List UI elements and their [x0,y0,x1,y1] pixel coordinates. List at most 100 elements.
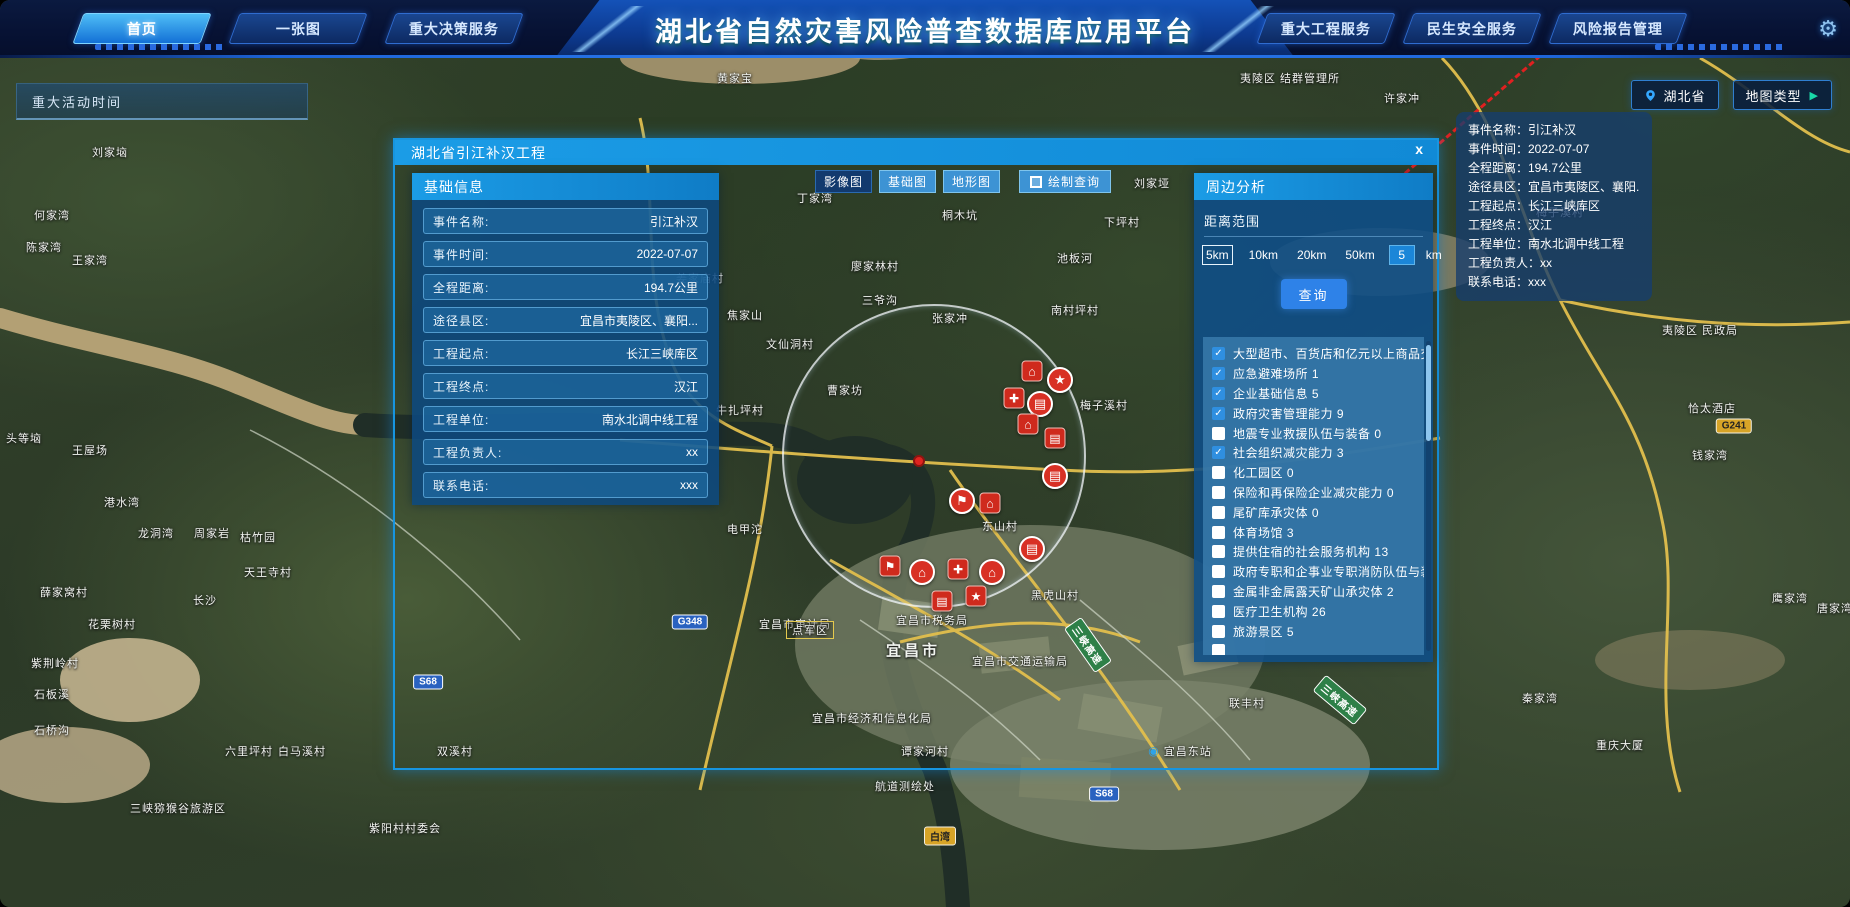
map-place-label: 天王寺村 [244,564,292,580]
map-place-label: 紫阳村村委会 [369,820,441,836]
checkbox[interactable] [1212,427,1225,440]
field-label: 工程单位: [433,411,489,428]
modal-title: 湖北省引江补汉工程 [411,143,546,163]
map-place-label: 白马溪村 [278,743,326,759]
nav-tab[interactable]: 重大决策服务 [384,13,523,44]
range-option[interactable]: 10km [1246,246,1281,264]
field-value: xx [686,445,698,459]
map-place-label: 鹰家湾 [1772,590,1808,606]
settings-gear-icon[interactable]: ⚙ [1818,16,1838,42]
draw-query-button[interactable]: 绘制查询 [1019,170,1111,193]
map-place-label: 陈家湾 [26,239,62,255]
checkbox[interactable] [1212,466,1225,479]
map-place-label: 黄家宝 [717,70,753,86]
event-info-row: 事件名称：引江补汉 [1468,121,1640,140]
checkbox[interactable] [1212,387,1225,400]
analysis-checkbox-item[interactable]: 保险和再保险企业减灾能力 0 [1212,483,1424,503]
analysis-checkbox-item[interactable]: 尾矿库承灾体 0 [1212,502,1424,522]
analysis-checkbox-item[interactable]: 地震专业救援队伍与装备 0 [1212,423,1424,443]
analysis-checkbox-item[interactable]: 大型超市、百货店和亿元以上商品交 [1212,344,1424,364]
analysis-checkbox-item[interactable]: 化工园区 0 [1212,463,1424,483]
map-place-label: 夷陵区 民政局 [1662,322,1738,338]
region-select-button[interactable]: 湖北省 [1631,80,1719,110]
checkbox[interactable] [1212,585,1225,598]
analysis-checkbox-item[interactable]: 社会组织减灾能力 3 [1212,443,1424,463]
close-icon[interactable]: x [1415,141,1423,157]
checkbox[interactable] [1212,526,1225,539]
checkbox[interactable] [1212,545,1225,558]
checkbox[interactable] [1212,407,1225,420]
nav-tab[interactable]: 重大工程服务 [1256,13,1395,44]
map-place-label: 长沙 [193,592,217,608]
nav-tabs-right: 重大工程服务民生安全服务风险报告管理 [1262,13,1682,44]
nav-tab[interactable]: 首页 [72,13,211,44]
analysis-checkbox-item[interactable]: 医疗卫生机构 26 [1212,601,1424,621]
field-value: 194.7公里 [644,279,698,296]
map-place-label: 航道测绘处 [875,778,935,794]
field-value: xxx [680,478,698,492]
analysis-checkbox-item[interactable]: 企业基础信息 5 [1212,384,1424,404]
checkbox[interactable] [1212,605,1225,618]
maptype-button[interactable]: 地图类型 ▶ [1733,80,1832,110]
nav-tab[interactable]: 一张图 [228,13,367,44]
field-value: 南水北调中线工程 [602,411,698,428]
map-place-label: 三峡猕猴谷旅游区 [130,800,226,816]
nav-tab[interactable]: 风险报告管理 [1548,13,1687,44]
checkbox-label: 金属非金属露天矿山承灾体 2 [1233,583,1394,600]
checkbox[interactable] [1212,644,1225,655]
checkbox[interactable] [1212,506,1225,519]
field-value: 2022-07-07 [637,247,698,261]
analysis-checkbox-item[interactable]: 应急避难场所 1 [1212,364,1424,384]
analysis-checkbox-item[interactable] [1212,641,1424,655]
checkbox[interactable] [1212,347,1225,360]
analysis-checkbox-item[interactable]: 政府专职和企事业专职消防队伍与装 [1212,562,1424,582]
range-option[interactable]: 20km [1294,246,1329,264]
basic-info-row: 途径县区: 宜昌市夷陵区、襄阳... [423,307,708,333]
road-shield: G241 [1716,419,1752,434]
checkbox-label: 政府灾害管理能力 9 [1233,405,1344,422]
checkbox[interactable] [1212,446,1225,459]
layer-button[interactable]: 影像图 [815,170,872,193]
layer-button[interactable]: 地形图 [943,170,1000,193]
event-info-row: 工程终点：汉江 [1468,216,1640,235]
checkbox-label: 尾矿库承灾体 0 [1233,504,1319,521]
platform-title: 湖北省自然灾害风险普查数据库应用平台 [655,10,1195,49]
checkbox[interactable] [1212,625,1225,638]
custom-range-input[interactable] [1389,245,1415,265]
major-activity-time-box[interactable]: 重大活动时间 [16,83,308,120]
checkbox-label: 提供住宿的社会服务机构 13 [1233,543,1389,560]
checkbox-label: 旅游景区 5 [1233,623,1294,640]
range-options-row: 5km10km20km50km km [1202,245,1425,265]
nav-tab[interactable]: 民生安全服务 [1402,13,1541,44]
checkbox[interactable] [1212,565,1225,578]
analysis-checkbox-item[interactable]: 提供住宿的社会服务机构 13 [1212,542,1424,562]
draw-rectangle-icon [1030,176,1042,188]
field-value: 汉江 [674,378,698,395]
analysis-checkbox-item[interactable]: 旅游景区 5 [1212,621,1424,641]
checkbox[interactable] [1212,367,1225,380]
road-shield: S68 [1089,787,1119,802]
analysis-checkbox-item[interactable]: 体育场馆 3 [1212,522,1424,542]
road-shield: 白湾 [924,827,956,846]
range-option[interactable]: 50km [1342,246,1377,264]
top-navbar: 湖北省自然灾害风险普查数据库应用平台 首页一张图重大决策服务 重大工程服务民生安… [0,0,1850,58]
checkbox-label: 化工园区 0 [1233,464,1294,481]
range-option[interactable]: 5km [1202,245,1233,265]
basic-info-row: 事件时间: 2022-07-07 [423,241,708,267]
map-place-label: 枯竹园 [240,529,276,545]
map-place-label: 王家湾 [72,252,108,268]
layer-switcher: 影像图基础图地形图 绘制查询 [815,170,1111,193]
checkbox[interactable] [1212,486,1225,499]
layer-button[interactable]: 基础图 [879,170,936,193]
analysis-checkbox-item[interactable]: 金属非金属露天矿山承灾体 2 [1212,582,1424,602]
region-label: 湖北省 [1664,86,1706,105]
project-modal: 湖北省引江补汉工程 x 影像图基础图地形图 绘制查询 基础信息 事件名称: 引江… [393,138,1439,770]
navbar-decoration-right [1655,44,1785,50]
checkbox-label: 社会组织减灾能力 3 [1233,444,1344,461]
analysis-checkbox-list: 大型超市、百货店和亿元以上商品交 应急避难场所 1 企业基础信息 5 政府灾害管… [1203,337,1424,655]
analysis-checkbox-item[interactable]: 政府灾害管理能力 9 [1212,403,1424,423]
scrollbar-thumb[interactable] [1426,345,1431,441]
checkbox-list-scrollbar[interactable] [1426,341,1431,651]
query-button[interactable]: 查询 [1281,279,1347,309]
event-info-row: 事件时间：2022-07-07 [1468,140,1640,159]
